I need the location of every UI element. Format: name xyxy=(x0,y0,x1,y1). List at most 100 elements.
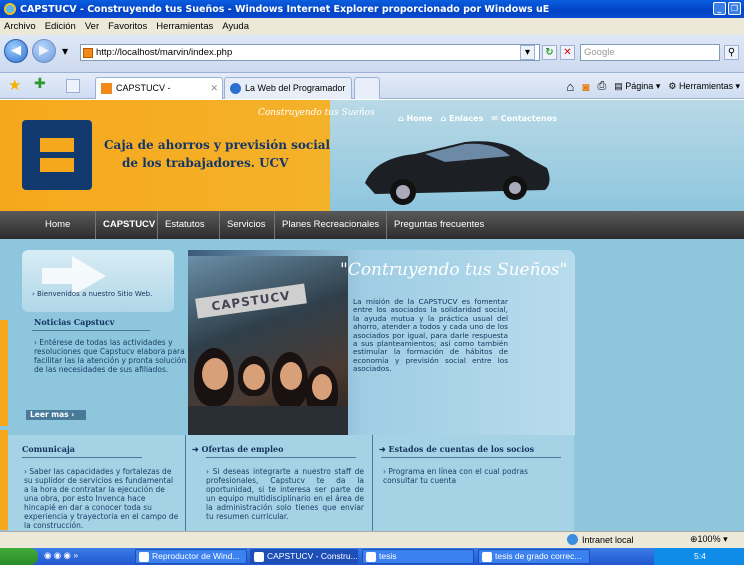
empleo-body: › Si deseas integrarte a nuestro staff d… xyxy=(206,467,364,521)
quicklaunch-icons[interactable]: ◉ ◉ ◉ » xyxy=(44,550,78,561)
gear-icon: ⚙ xyxy=(668,81,677,91)
capstucv-logo[interactable] xyxy=(22,120,92,190)
start-button[interactable] xyxy=(0,548,38,565)
bullet-icon: › xyxy=(206,467,213,476)
toplink-contactenos-label: Contactenos xyxy=(500,114,557,123)
ie-logo-icon xyxy=(4,3,16,15)
arrow-graphic xyxy=(42,268,72,284)
media-player-icon xyxy=(139,552,149,562)
page-content: Caja de ahorros y previsión social de lo… xyxy=(0,100,744,531)
estados-body: › Programa en línea con el cual podras c… xyxy=(383,467,553,485)
taskbar-item-media-player[interactable]: Reproductor de Wind... xyxy=(135,549,247,564)
arrow-right-icon: ➜ xyxy=(379,444,386,454)
feeds-icon[interactable]: ◙ xyxy=(582,80,589,94)
comunicaja-body-text: Saber las capacidades y fortalezas de su… xyxy=(24,467,179,530)
address-bar[interactable]: http://localhost/marvin/index.php xyxy=(80,44,540,61)
comunicaja-column: Comunicaja › Saber las capacidades y for… xyxy=(8,435,186,531)
taskbar-item-tesis-grado[interactable]: tesis de grado correc... xyxy=(478,549,590,564)
nav-home[interactable]: Home xyxy=(38,211,77,239)
minimize-button[interactable]: _ xyxy=(713,2,726,15)
org-name-line2: de los trabajadores. UCV xyxy=(122,156,289,170)
group-photo: CAPSTUCV xyxy=(188,256,348,435)
empleo-title[interactable]: ➜ Ofertas de empleo xyxy=(192,444,283,454)
home-icon[interactable]: ⌂ xyxy=(566,79,574,94)
back-button[interactable]: ◀ xyxy=(4,39,28,63)
menu-ver[interactable]: Ver xyxy=(85,21,99,32)
welcome-text: Bienvenidos a nuestro Sitio Web. xyxy=(37,290,153,298)
nav-preguntas-frecuentes[interactable]: Preguntas frecuentes xyxy=(386,211,491,239)
toplink-enlaces[interactable]: ⌂ Enlaces xyxy=(440,114,483,123)
read-more-button[interactable]: Leer mas › xyxy=(26,410,86,420)
taskbar: ◉ ◉ ◉ » Reproductor de Wind... CAPSTUCV … xyxy=(0,548,744,565)
search-input[interactable]: Google xyxy=(580,44,720,61)
toplink-home[interactable]: ⌂ Home xyxy=(398,114,432,123)
welcome-box: › Bienvenidos a nuestro Sitio Web. xyxy=(22,250,174,312)
taskbar-item-tesis[interactable]: tesis xyxy=(362,549,474,564)
forward-button[interactable]: ▶ xyxy=(32,39,56,63)
taskbar-item-label: CAPSTUCV - Constru... xyxy=(267,551,358,561)
estados-title[interactable]: ➜ Estados de cuentas de los socios xyxy=(379,444,534,454)
url-text: http://localhost/marvin/index.php xyxy=(96,47,233,58)
taskbar-item-capstucv[interactable]: CAPSTUCV - Constru... xyxy=(250,549,358,564)
links-icon: ⌂ xyxy=(440,114,447,123)
stop-icon[interactable]: ✕ xyxy=(560,45,575,60)
home-icon: ⌂ xyxy=(398,114,404,123)
print-icon[interactable]: ⎙ xyxy=(597,80,606,93)
search-icon[interactable]: ⚲ xyxy=(724,45,739,60)
menu-favoritos[interactable]: Favoritos xyxy=(108,21,147,32)
intranet-icon xyxy=(567,534,578,545)
comunicaja-title: Comunicaja xyxy=(22,444,75,454)
security-zone[interactable]: Intranet local xyxy=(567,534,634,545)
nav-estatutos[interactable]: Estatutos xyxy=(157,211,212,239)
bottom-section: Comunicaja › Saber las capacidades y for… xyxy=(8,435,574,531)
menu-archivo[interactable]: Archivo xyxy=(4,21,36,32)
tab-capstucv[interactable]: CAPSTUCV - Construyen... ✕ xyxy=(95,77,223,113)
quick-tabs-icon[interactable] xyxy=(66,79,80,93)
bullet-icon: › xyxy=(32,290,35,298)
nav-planes-recreacionales[interactable]: Planes Recreacionales xyxy=(274,211,386,239)
page-menu[interactable]: ▤ Página ▾ xyxy=(614,81,660,92)
header-slogan: Construyendo tus Sueños xyxy=(258,108,375,118)
close-tab-icon[interactable]: ✕ xyxy=(210,78,218,98)
tools-menu[interactable]: ⚙ Herramientas ▾ xyxy=(668,81,740,92)
system-tray: 5:4 xyxy=(654,548,744,565)
main-nav: Home CAPSTUCV Estatutos Servicios Planes… xyxy=(0,211,744,239)
toplink-contactenos[interactable]: ✉ Contactenos xyxy=(491,114,557,123)
add-favorite-icon[interactable]: ✚ xyxy=(34,76,46,92)
new-tab-button[interactable] xyxy=(354,77,380,99)
car-image xyxy=(365,141,550,205)
nav-servicios[interactable]: Servicios xyxy=(219,211,273,239)
divider xyxy=(22,457,142,458)
news-body-text: Entérese de todas las actividades y reso… xyxy=(34,338,187,374)
zoom-control[interactable]: ⊕100% ▾ xyxy=(690,534,728,545)
favorites-star-icon[interactable]: ★ xyxy=(8,76,21,94)
news-body: › Entérese de todas las actividades y re… xyxy=(34,338,192,374)
globe-tab-icon xyxy=(230,83,241,94)
menu-ayuda[interactable]: Ayuda xyxy=(222,21,249,32)
accent-bar xyxy=(0,430,8,530)
status-bar: Intranet local ⊕100% ▾ xyxy=(0,531,744,548)
read-more-label: Leer mas xyxy=(30,410,69,419)
estados-title-text: Estados de cuentas de los socios xyxy=(388,444,535,454)
comunicaja-body: › Saber las capacidades y fortalezas de … xyxy=(24,467,179,530)
history-dropdown-icon[interactable]: ▼ xyxy=(62,47,68,56)
empleo-title-text: Ofertas de empleo xyxy=(201,444,284,454)
toplink-home-label: Home xyxy=(406,114,433,123)
chevron-right-icon: › xyxy=(71,410,75,419)
tab-web-programador[interactable]: La Web del Programador xyxy=(224,77,352,99)
tools-menu-label: Herramientas xyxy=(678,81,733,91)
restore-button[interactable]: ❐ xyxy=(728,2,741,15)
nav-capstucv[interactable]: CAPSTUCV xyxy=(95,211,162,239)
taskbar-item-label: tesis de grado correc... xyxy=(495,551,582,561)
page-menu-label: Página xyxy=(625,81,654,91)
menu-herramientas[interactable]: Herramientas xyxy=(156,21,213,32)
org-name-line1: Caja de ahorros y previsión social xyxy=(104,138,331,152)
toplink-enlaces-label: Enlaces xyxy=(449,114,484,123)
menu-edicion[interactable]: Edición xyxy=(45,21,76,32)
top-links: ⌂ Home ⌂ Enlaces ✉ Contactenos xyxy=(398,114,557,123)
address-dropdown-icon[interactable]: ▾ xyxy=(520,45,535,60)
address-toolbar: ◀ ▶ ▼ http://localhost/marvin/index.php … xyxy=(0,35,744,73)
page-icon: ▤ xyxy=(614,81,623,91)
refresh-icon[interactable]: ↻ xyxy=(542,45,557,60)
tab-bar: ★ ✚ CAPSTUCV - Construyen... ✕ La Web de… xyxy=(0,73,744,113)
